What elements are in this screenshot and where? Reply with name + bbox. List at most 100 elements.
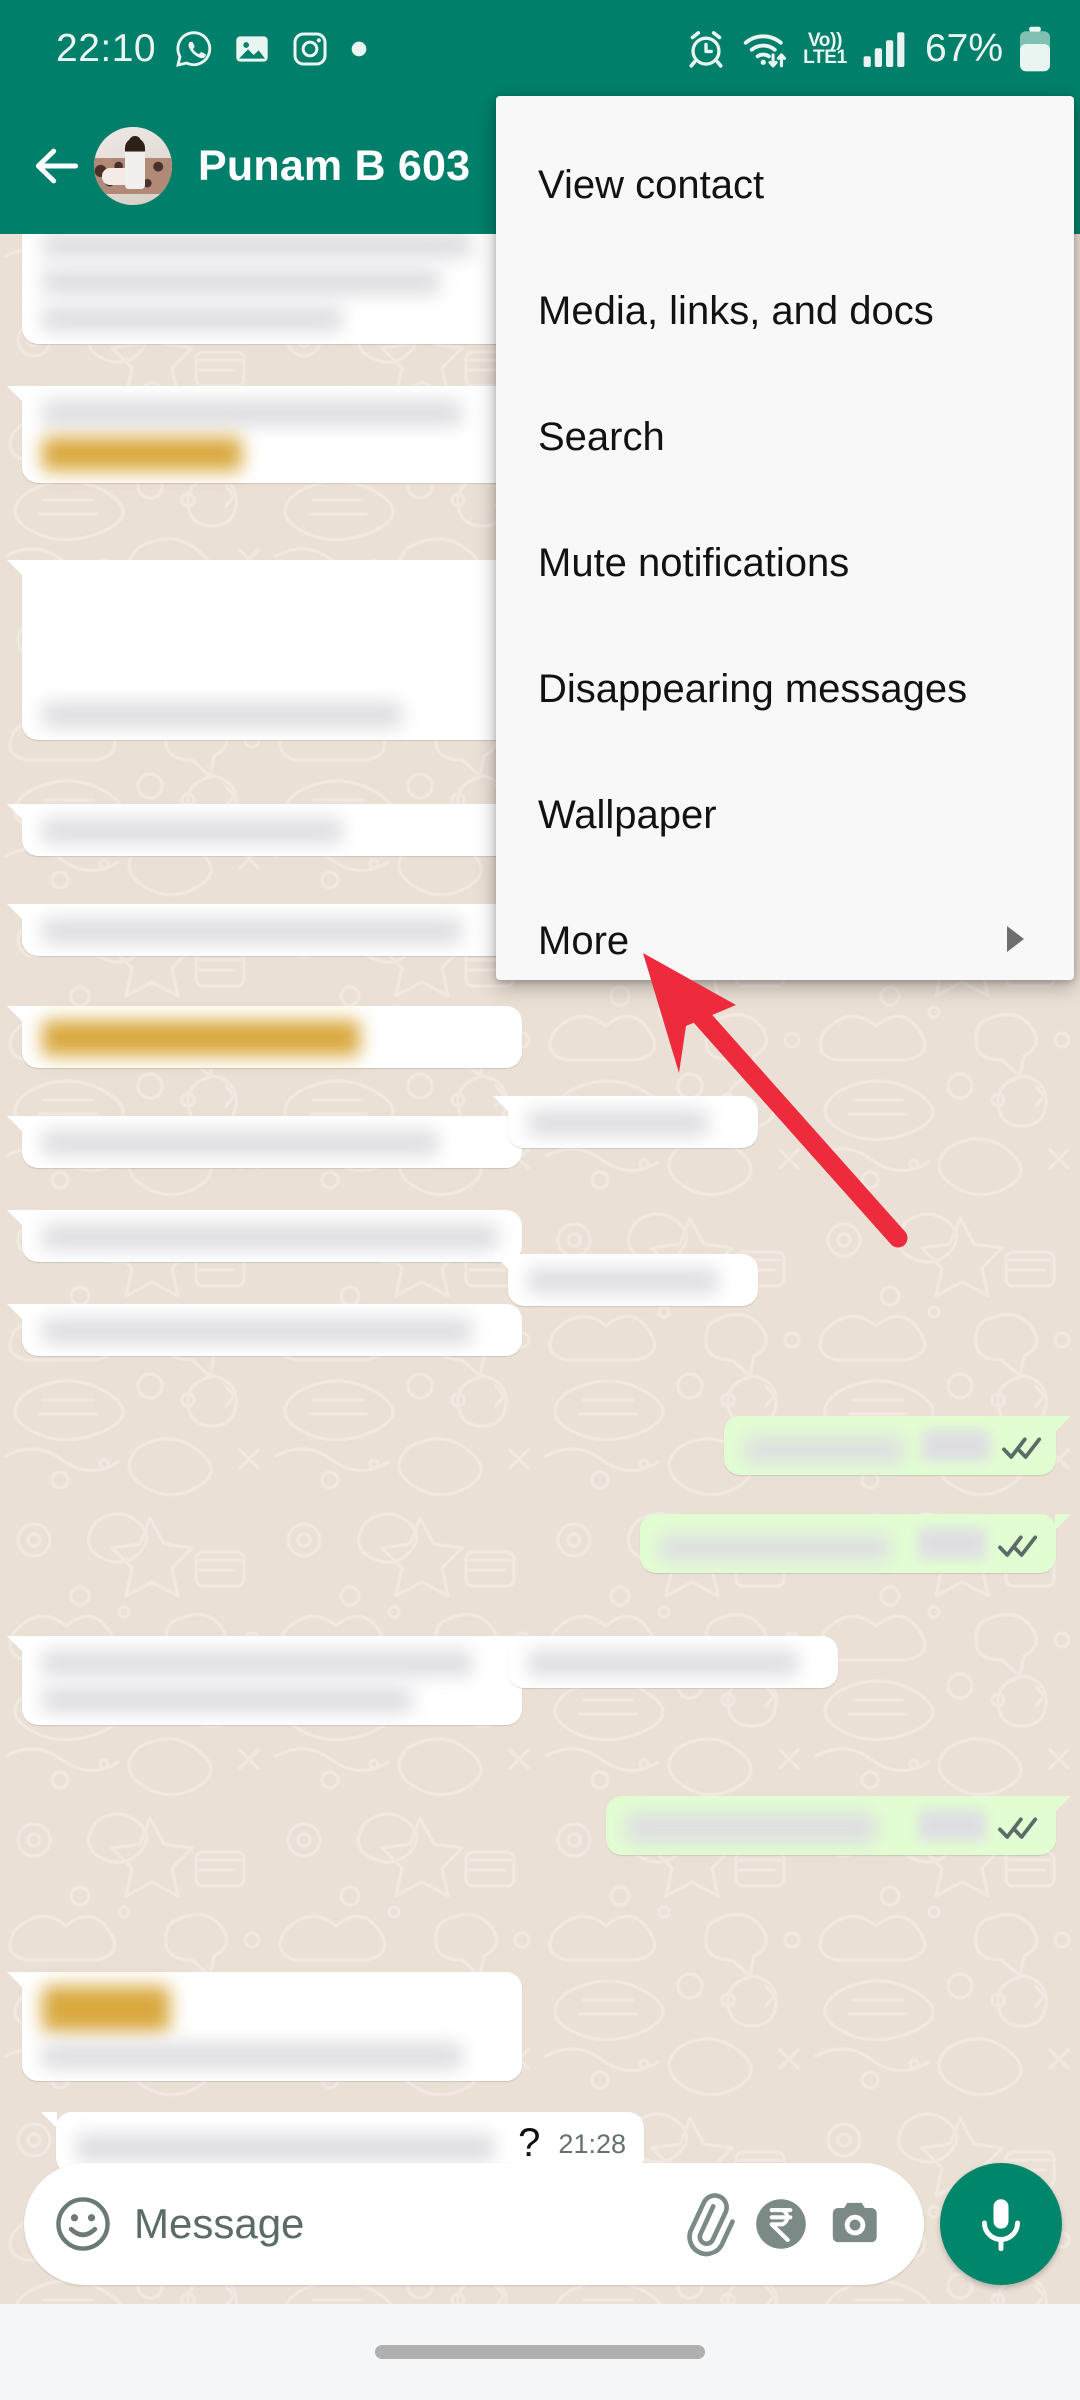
camera-icon[interactable]	[818, 2187, 892, 2261]
page-title[interactable]: Punam B 603	[198, 142, 470, 191]
rupee-payment-icon[interactable]	[744, 2187, 818, 2261]
message-meta: 00:00	[918, 1810, 1038, 1843]
message-bubble-incoming[interactable]	[7, 218, 522, 344]
table-row[interactable]	[7, 1006, 522, 1068]
menu-item-label: View contact	[538, 162, 765, 207]
message-text	[42, 1224, 504, 1250]
menu-item-label: Mute notifications	[538, 540, 850, 585]
double-check-icon	[1001, 1437, 1041, 1459]
menu-item-mute-notifications[interactable]: Mute notifications	[496, 500, 1074, 626]
message-text	[42, 232, 504, 332]
menu-item-label: Search	[538, 414, 665, 459]
menu-item-label: Wallpaper	[538, 792, 717, 837]
paperclip-icon[interactable]	[670, 2187, 744, 2261]
message-bubble-outgoing[interactable]: 00:00	[606, 1796, 1071, 1855]
composer[interactable]: Message	[24, 2163, 924, 2285]
voice-record-button[interactable]	[940, 2163, 1062, 2285]
message-time: 00:00	[918, 1528, 986, 1559]
message-text	[660, 1535, 900, 1561]
menu-item-wallpaper[interactable]: Wallpaper	[496, 752, 1074, 878]
emoji-smiley-icon[interactable]	[50, 2191, 116, 2257]
table-row[interactable]	[7, 218, 522, 344]
message-input-bar: Message	[0, 2144, 1080, 2304]
back-arrow-icon[interactable]	[26, 135, 88, 197]
status-bar-clock: 22:10	[56, 27, 157, 70]
menu-item-more[interactable]: More	[496, 878, 1074, 1004]
double-check-icon	[998, 1817, 1038, 1839]
volte-icon: Vo)) LTE1	[803, 29, 847, 68]
menu-item-search[interactable]: Search	[496, 374, 1074, 500]
wifi-icon	[743, 34, 787, 68]
message-bubble-incoming[interactable]	[493, 1636, 838, 1688]
status-bar-right: Vo)) LTE1 67%	[685, 26, 1052, 72]
message-text	[42, 1650, 504, 1713]
table-row[interactable]	[7, 1636, 522, 1725]
message-input[interactable]: Message	[134, 2200, 670, 2248]
message-bubble-incoming[interactable]	[7, 904, 522, 956]
message-text	[42, 1318, 504, 1344]
status-bar: 22:10 Vo)) LTE1 67%	[0, 0, 1080, 98]
table-row[interactable]: 00:00	[606, 1796, 1071, 1855]
overflow-menu[interactable]: View contact Media, links, and docs Sear…	[496, 96, 1074, 980]
alarm-icon	[689, 31, 723, 68]
table-row[interactable]	[7, 1210, 522, 1262]
status-bar-left: 22:10	[56, 27, 370, 71]
gallery-image-icon	[236, 36, 268, 62]
message-text	[42, 818, 504, 844]
microphone-icon	[982, 2199, 1020, 2252]
message-bubble-incoming[interactable]	[7, 1304, 522, 1356]
message-bubble-outgoing[interactable]: 00:00	[640, 1514, 1071, 1573]
battery-percentage: 67%	[924, 27, 1003, 70]
message-text	[42, 1130, 504, 1156]
message-text	[744, 1437, 904, 1463]
table-row[interactable]	[493, 1254, 758, 1306]
table-row[interactable]	[7, 560, 522, 740]
menu-item-label: Disappearing messages	[538, 666, 968, 711]
battery-icon	[1020, 26, 1050, 72]
menu-item-view-contact[interactable]: View contact	[496, 122, 1074, 248]
menu-item-disappearing-messages[interactable]: Disappearing messages	[496, 626, 1074, 752]
double-check-icon	[998, 1535, 1038, 1557]
message-meta: 00:00	[918, 1528, 1038, 1561]
instagram-icon	[293, 32, 327, 66]
message-text	[528, 1650, 820, 1676]
gesture-pill-handle[interactable]	[375, 2345, 705, 2359]
whatsapp-icon	[176, 31, 212, 67]
avatar[interactable]	[94, 127, 172, 205]
message-bubble-incoming[interactable]	[493, 1254, 758, 1306]
message-text	[528, 1268, 740, 1294]
message-bubble-incoming[interactable]	[7, 1116, 522, 1168]
message-text	[42, 400, 504, 471]
chevron-right-icon	[1002, 919, 1028, 964]
message-bubble-incoming[interactable]	[7, 1210, 522, 1262]
message-meta: 00:00	[922, 1430, 1042, 1463]
message-text	[626, 1813, 900, 1843]
message-time: 00:00	[918, 1810, 986, 1841]
table-row[interactable]	[493, 1636, 838, 1688]
message-text	[42, 1986, 504, 2069]
message-bubble-incoming[interactable]	[7, 804, 522, 856]
table-row[interactable]: 00:00	[724, 1416, 1071, 1475]
signal-bars-icon	[863, 32, 905, 67]
message-bubble-outgoing[interactable]: 00:00	[724, 1416, 1071, 1475]
table-row[interactable]	[7, 1116, 522, 1168]
table-row[interactable]	[7, 1304, 522, 1356]
menu-item-label: Media, links, and docs	[538, 288, 934, 333]
message-bubble-incoming[interactable]	[7, 1636, 522, 1725]
menu-item-label: More	[538, 918, 630, 963]
system-navigation-bar	[0, 2304, 1080, 2400]
table-row[interactable]	[7, 804, 522, 856]
table-row[interactable]	[7, 1972, 522, 2081]
whatsapp-chat-screen: 00:00 00:00	[0, 0, 1080, 2400]
menu-item-media-links-docs[interactable]: Media, links, and docs	[496, 248, 1074, 374]
table-row[interactable]	[7, 904, 522, 956]
message-bubble-incoming[interactable]	[7, 1006, 522, 1068]
message-bubble-incoming[interactable]	[493, 1096, 758, 1148]
message-time: 00:00	[922, 1430, 990, 1461]
message-bubble-incoming[interactable]	[7, 1972, 522, 2081]
message-bubble-incoming[interactable]	[7, 386, 522, 483]
table-row[interactable]	[7, 386, 522, 483]
message-bubble-incoming[interactable]	[7, 560, 522, 740]
table-row[interactable]: 00:00	[640, 1514, 1071, 1573]
table-row[interactable]	[493, 1096, 758, 1148]
